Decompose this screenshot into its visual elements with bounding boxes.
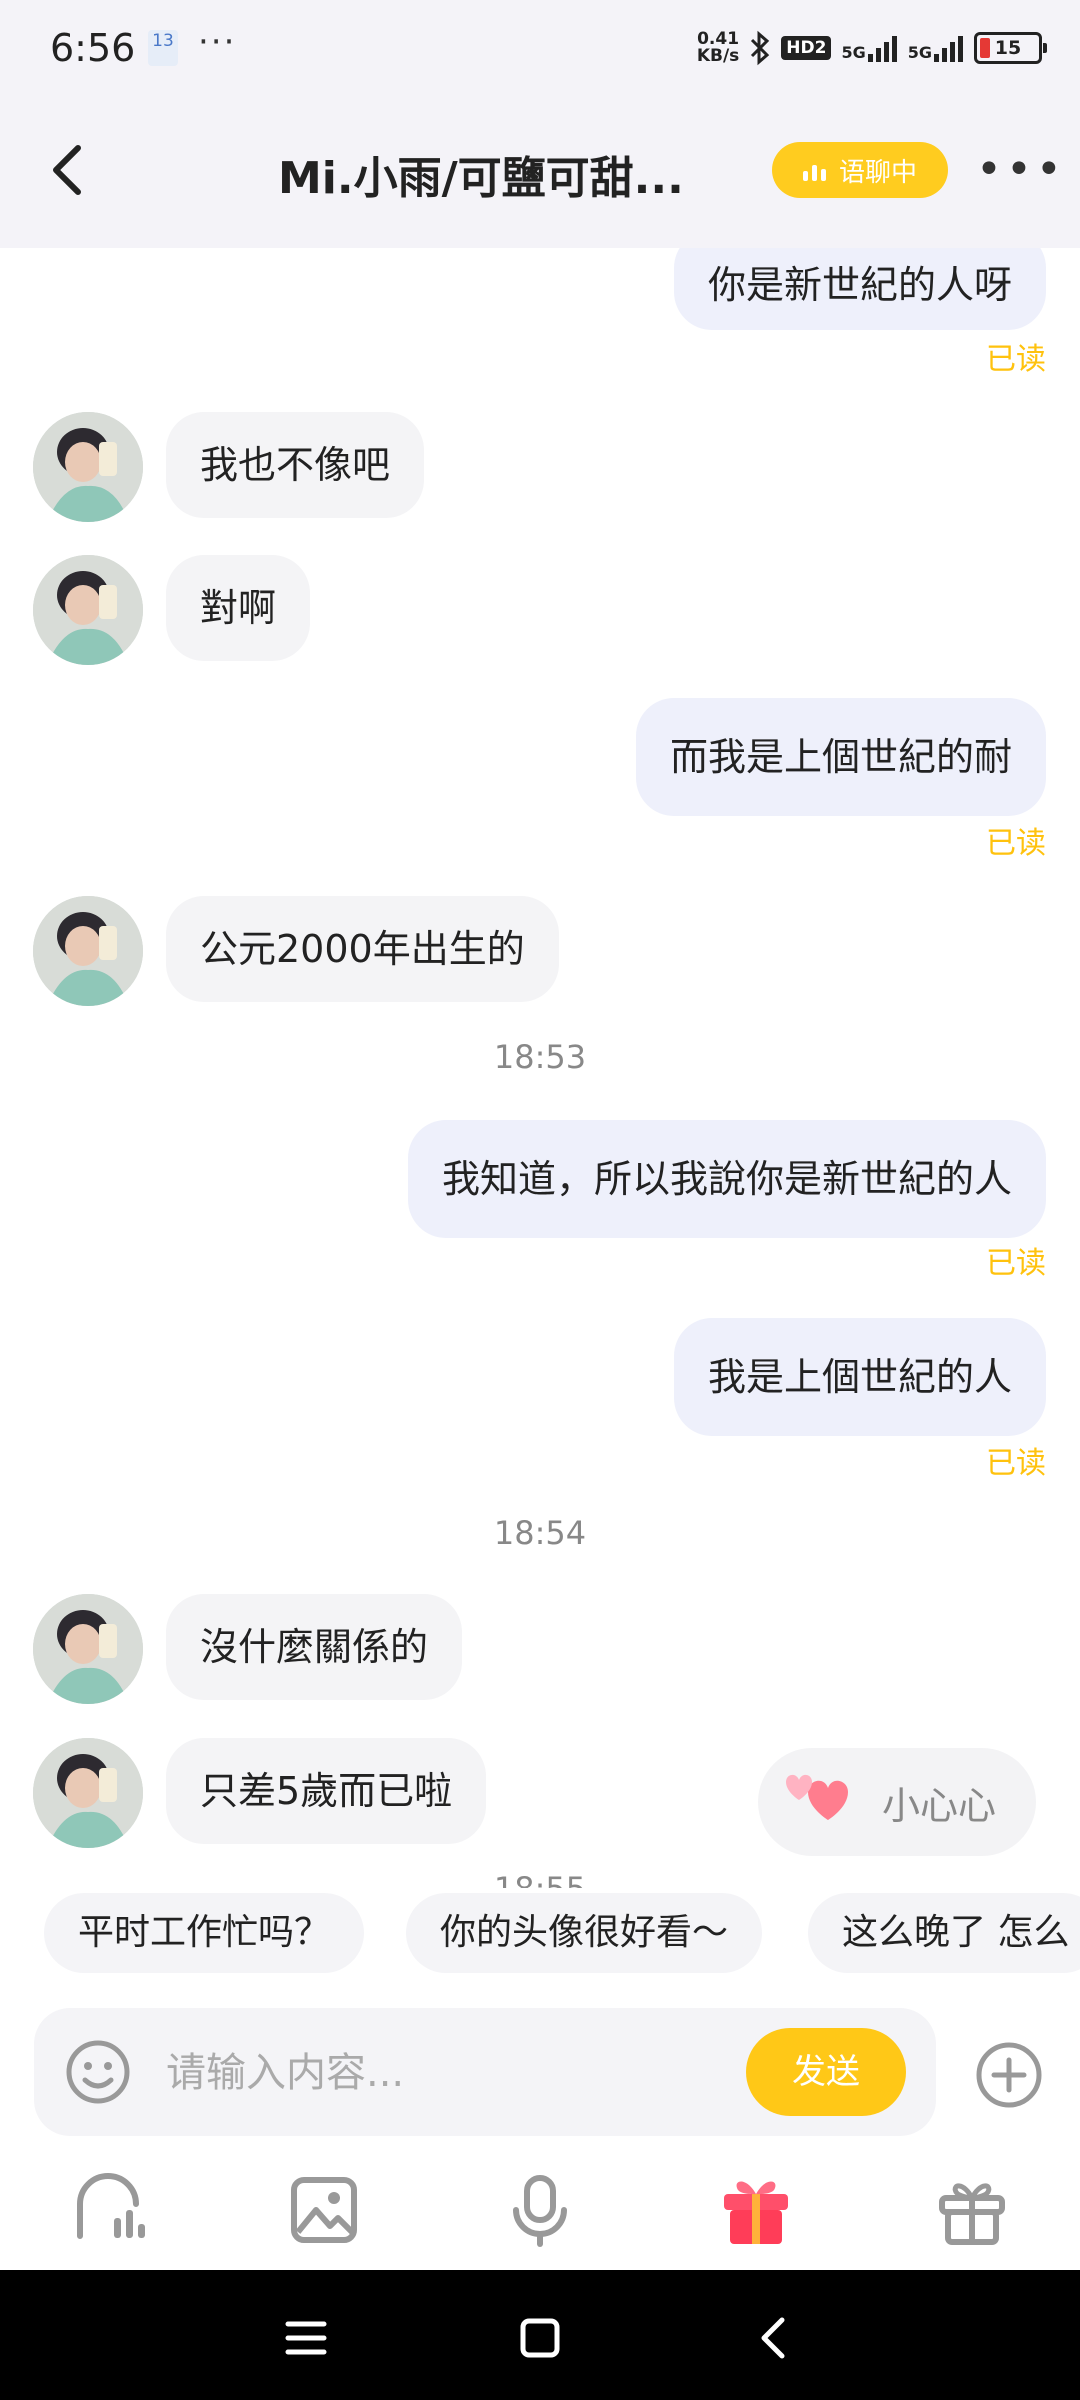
battery-icon: 15 <box>974 32 1047 64</box>
quick-reply-row: 平时工作忙吗？ 你的头像很好看～ 这么晚了 怎么 <box>0 1893 1080 1983</box>
signal-bars-icon <box>934 36 963 62</box>
gift-icon <box>724 2181 788 2244</box>
message-text: 我也不像吧 <box>200 443 391 487</box>
home-button[interactable] <box>510 2308 570 2368</box>
chat-header: Mi.小雨/可鹽可甜... 语聊中 ••• <box>0 100 1080 248</box>
avatar[interactable] <box>33 555 143 665</box>
back-button[interactable] <box>40 140 100 200</box>
message-list[interactable]: 你是新世紀的人呀 已读 我也不像吧 對啊 而我是上個世紀的耐 已读 公元2000… <box>0 248 1080 1888</box>
gift-box-button[interactable] <box>932 2170 1012 2250</box>
back-nav-button[interactable] <box>744 2308 804 2368</box>
avatar-photo-icon <box>33 1738 143 1848</box>
quick-reply-chip[interactable]: 平时工作忙吗？ <box>44 1893 365 1973</box>
read-receipt: 已读 <box>986 826 1046 861</box>
message-bubble-outgoing[interactable]: 而我是上個世紀的耐 <box>635 698 1046 816</box>
message-text: 我知道，所以我說你是新世紀的人 <box>441 1157 1012 1201</box>
avatar-photo-icon <box>33 896 143 1006</box>
signal-bars-icon <box>867 36 897 62</box>
message-composer: 发送 <box>34 2008 936 2138</box>
chat-toolbar <box>0 2160 1080 2270</box>
signal-1: 5G <box>841 34 897 62</box>
voice-button[interactable] <box>500 2170 580 2250</box>
signal-2: 5G <box>908 34 964 62</box>
home-square-icon <box>520 2318 560 2358</box>
quick-reply-chip[interactable]: 这么晚了 怎么 <box>808 1893 1080 1973</box>
avatar[interactable] <box>33 1594 143 1704</box>
voice-chat-chip[interactable]: 语聊中 <box>772 142 948 198</box>
bluetooth-icon <box>751 30 770 66</box>
timestamp: 18:54 <box>493 1514 587 1552</box>
message-bubble-incoming[interactable]: 我也不像吧 <box>166 412 425 518</box>
signal-1-label: 5G <box>841 43 866 62</box>
timestamp: 18:53 <box>493 1038 587 1076</box>
avatar[interactable] <box>33 1738 143 1848</box>
microphone-icon <box>513 2175 567 2247</box>
voice-chip-label: 语聊中 <box>838 157 917 188</box>
gift-button[interactable] <box>716 2170 796 2250</box>
more-options-button[interactable]: ••• <box>976 148 1066 192</box>
message-input[interactable] <box>164 2008 768 2138</box>
plus-circle-icon <box>976 2042 1042 2108</box>
avatar-photo-icon <box>33 555 143 665</box>
read-receipt: 已读 <box>986 342 1046 377</box>
net-speed: 0.41 KB/s <box>697 31 739 65</box>
chat-title[interactable]: Mi.小雨/可鹽可甜... <box>278 142 684 206</box>
status-indicators: 0.41 KB/s HD2 5G 5G 15 <box>697 30 1047 66</box>
message-bubble-incoming[interactable]: 只差5歲而已啦 <box>166 1738 487 1844</box>
quick-reply-chip[interactable]: 你的头像很好看～ <box>406 1893 763 1973</box>
system-nav-bar <box>0 2270 1080 2400</box>
message-bubble-outgoing[interactable]: 你是新世紀的人呀 <box>673 248 1046 330</box>
message-text: 沒什麼關係的 <box>200 1625 429 1669</box>
message-bubble-incoming[interactable]: 對啊 <box>166 555 311 661</box>
avatar[interactable] <box>33 896 143 1006</box>
heart-gift-chip[interactable]: 小心心 <box>758 1748 1036 1856</box>
emoji-icon <box>66 2040 130 2104</box>
heart-chip-label: 小心心 <box>882 1783 997 1828</box>
message-bubble-outgoing[interactable]: 我是上個世紀的人 <box>673 1318 1046 1436</box>
read-receipt: 已读 <box>986 1246 1046 1281</box>
message-bubble-incoming[interactable]: 沒什麼關係的 <box>166 1594 463 1700</box>
more-notifications-icon: ··· <box>198 22 237 62</box>
emoji-button[interactable] <box>64 2038 132 2106</box>
stats-icon <box>77 2173 145 2239</box>
menu-icon <box>285 2321 327 2355</box>
hd-voice-icon: HD2 <box>781 36 832 60</box>
send-button[interactable]: 发送 <box>746 2028 906 2116</box>
message-text: 而我是上個世紀的耐 <box>669 735 1012 779</box>
net-speed-unit: KB/s <box>696 46 740 66</box>
message-bubble-incoming[interactable]: 公元2000年出生的 <box>166 896 559 1002</box>
notification-badge-icon: 13 <box>148 30 178 66</box>
timestamp: 18:55 <box>0 1870 1080 1888</box>
message-bubble-outgoing[interactable]: 我知道，所以我說你是新世紀的人 <box>407 1120 1046 1238</box>
gift-box-icon <box>939 2183 1005 2245</box>
message-text: 只差5歲而已啦 <box>200 1769 453 1813</box>
message-text: 我是上個世紀的人 <box>707 1355 1012 1399</box>
avatar[interactable] <box>33 412 143 522</box>
image-icon <box>291 2177 357 2243</box>
audio-level-icon <box>802 165 826 181</box>
stats-button[interactable] <box>70 2170 150 2250</box>
menu-button[interactable] <box>276 2308 336 2368</box>
avatar-photo-icon <box>33 412 143 522</box>
message-text: 對啊 <box>200 586 277 630</box>
back-arrow-icon <box>761 2317 785 2359</box>
chevron-left-icon <box>53 145 81 195</box>
read-receipt: 已读 <box>986 1446 1046 1481</box>
message-text: 你是新世紀的人呀 <box>707 263 1012 307</box>
status-time: 6:56 <box>50 26 136 70</box>
add-button[interactable] <box>974 2040 1044 2110</box>
signal-2-label: 5G <box>907 43 932 62</box>
hearts-icon <box>786 1774 848 1820</box>
message-text: 公元2000年出生的 <box>200 927 525 971</box>
avatar-photo-icon <box>33 1594 143 1704</box>
status-bar: 6:56 13 ··· 0.41 KB/s HD2 5G 5G 15 <box>0 0 1080 100</box>
image-button[interactable] <box>284 2170 364 2250</box>
